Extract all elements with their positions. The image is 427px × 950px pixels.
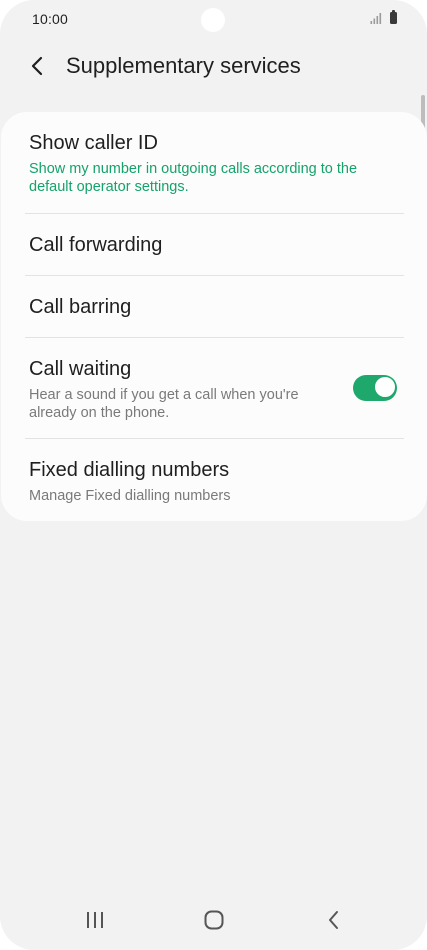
item-summary: Manage Fixed dialling numbers bbox=[29, 488, 231, 504]
recent-apps-icon bbox=[87, 912, 103, 928]
home-icon bbox=[204, 910, 224, 930]
back-button[interactable] bbox=[22, 50, 54, 82]
phone-screen: 10:00 Supplementary services Show caller… bbox=[0, 0, 427, 950]
status-time: 10:00 bbox=[32, 11, 69, 27]
item-title: Fixed dialling numbers bbox=[29, 459, 230, 481]
item-title: Call forwarding bbox=[29, 234, 163, 256]
toggle-knob bbox=[374, 376, 396, 398]
setting-call-barring[interactable]: Call barring bbox=[1, 276, 427, 337]
back-icon bbox=[329, 911, 338, 929]
camera-cutout bbox=[201, 8, 225, 32]
item-title: Show caller ID bbox=[29, 132, 158, 154]
item-title: Call barring bbox=[29, 296, 132, 318]
signal-icon bbox=[370, 13, 382, 24]
status-bar: 10:00 bbox=[0, 0, 427, 40]
battery-icon bbox=[390, 10, 397, 24]
navigation-bar bbox=[0, 894, 427, 950]
home-button[interactable] bbox=[194, 904, 234, 936]
call-waiting-toggle[interactable] bbox=[353, 375, 397, 401]
setting-show-caller-id[interactable]: Show caller ID Show my number in outgoin… bbox=[1, 112, 427, 213]
setting-call-forwarding[interactable]: Call forwarding bbox=[1, 214, 427, 275]
item-title: Call waiting bbox=[29, 358, 132, 380]
settings-card: Show caller ID Show my number in outgoin… bbox=[1, 112, 427, 521]
setting-call-waiting[interactable]: Call waiting Hear a sound if you get a c… bbox=[1, 338, 427, 438]
page-title: Supplementary services bbox=[66, 53, 301, 78]
nav-back-button[interactable] bbox=[314, 904, 354, 936]
setting-fixed-dialling-numbers[interactable]: Fixed dialling numbers Manage Fixed dial… bbox=[1, 439, 427, 521]
chevron-left-icon bbox=[31, 56, 43, 76]
recent-apps-button[interactable] bbox=[75, 904, 115, 936]
app-header: Supplementary services bbox=[0, 46, 427, 86]
item-summary: Show my number in outgoing calls accordi… bbox=[29, 161, 358, 195]
status-icons bbox=[370, 10, 397, 24]
item-summary: Hear a sound if you get a call when you'… bbox=[29, 387, 299, 421]
